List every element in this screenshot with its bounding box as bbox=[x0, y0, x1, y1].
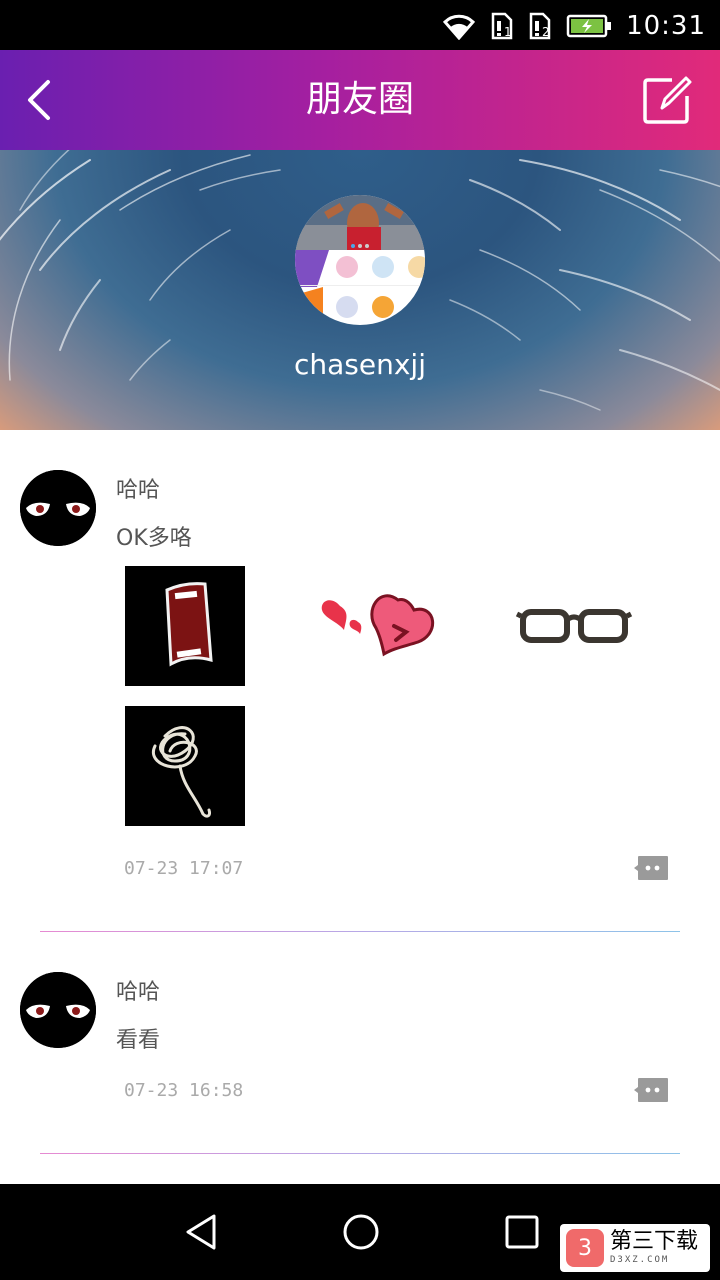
post-image-red-mouth[interactable] bbox=[125, 566, 245, 686]
post-timestamp: 07-23 16:58 bbox=[124, 1080, 244, 1101]
watermark-main-text: 第三下载 bbox=[610, 1229, 699, 1254]
status-time: 10:31 bbox=[626, 11, 706, 41]
feed-post: 哈哈 OK多咯 07-23 17:07 bbox=[0, 430, 720, 932]
heart-sticker bbox=[321, 594, 435, 657]
post-avatar[interactable] bbox=[20, 972, 96, 1048]
nav-back-icon bbox=[186, 1214, 216, 1250]
post-author[interactable]: 哈哈 bbox=[116, 472, 160, 504]
glasses-sticker bbox=[515, 609, 633, 643]
post-author[interactable]: 哈哈 bbox=[116, 974, 160, 1006]
watermark-text: 第三下载 D3XZ.COM bbox=[610, 1231, 698, 1265]
post-image-heart[interactable] bbox=[310, 566, 435, 686]
angry-eyes-avatar-image bbox=[20, 972, 96, 1048]
post-divider bbox=[40, 1153, 680, 1154]
profile-cover[interactable]: chasenxjj bbox=[0, 150, 720, 430]
red-mouth-sticker bbox=[165, 582, 213, 667]
comment-button[interactable] bbox=[633, 1077, 669, 1103]
sim2-alert-icon: 2 bbox=[529, 12, 551, 40]
feed-post: 哈哈 看看 07-23 16:58 bbox=[0, 932, 720, 1154]
status-bar: 1 2 10:31 bbox=[0, 0, 720, 50]
comment-icon bbox=[634, 856, 668, 880]
post-avatar[interactable] bbox=[20, 470, 96, 546]
post-timestamp: 07-23 17:07 bbox=[124, 858, 244, 879]
nav-recents-icon bbox=[505, 1215, 539, 1249]
post-text: 看看 bbox=[116, 1028, 161, 1053]
post-text: OK多咯 bbox=[116, 526, 192, 551]
page-title: 朋友圈 bbox=[305, 79, 414, 120]
post-image-glasses[interactable] bbox=[515, 566, 635, 686]
compose-button[interactable] bbox=[642, 74, 692, 126]
profile-username: chasenxjj bbox=[294, 348, 426, 381]
watermark-logo: 3 bbox=[566, 1229, 604, 1267]
comment-icon bbox=[634, 1078, 668, 1102]
svg-text:1: 1 bbox=[504, 25, 512, 39]
site-watermark: 3 第三下载 D3XZ.COM bbox=[560, 1224, 710, 1272]
battery-charging-icon bbox=[566, 14, 612, 38]
wifi-icon bbox=[442, 14, 476, 40]
profile-avatar[interactable] bbox=[295, 195, 425, 325]
watermark-sub-text: D3XZ.COM bbox=[610, 1255, 670, 1265]
app-header: 朋友圈 bbox=[0, 50, 720, 150]
nav-home-button[interactable] bbox=[341, 1212, 381, 1252]
nav-back-button[interactable] bbox=[182, 1212, 222, 1252]
nav-recents-button[interactable] bbox=[502, 1212, 542, 1252]
svg-text:2: 2 bbox=[542, 25, 550, 39]
comment-button[interactable] bbox=[633, 855, 669, 881]
scribble-sticker bbox=[151, 726, 211, 818]
angry-eyes-avatar-image bbox=[20, 470, 96, 546]
avatar-image bbox=[295, 195, 425, 325]
nav-home-icon bbox=[343, 1214, 379, 1250]
compose-edit-icon bbox=[643, 76, 692, 124]
status-icons: 1 2 10:31 bbox=[442, 8, 706, 44]
sim1-alert-icon: 1 bbox=[491, 12, 513, 40]
post-image-scribble[interactable] bbox=[125, 706, 245, 826]
